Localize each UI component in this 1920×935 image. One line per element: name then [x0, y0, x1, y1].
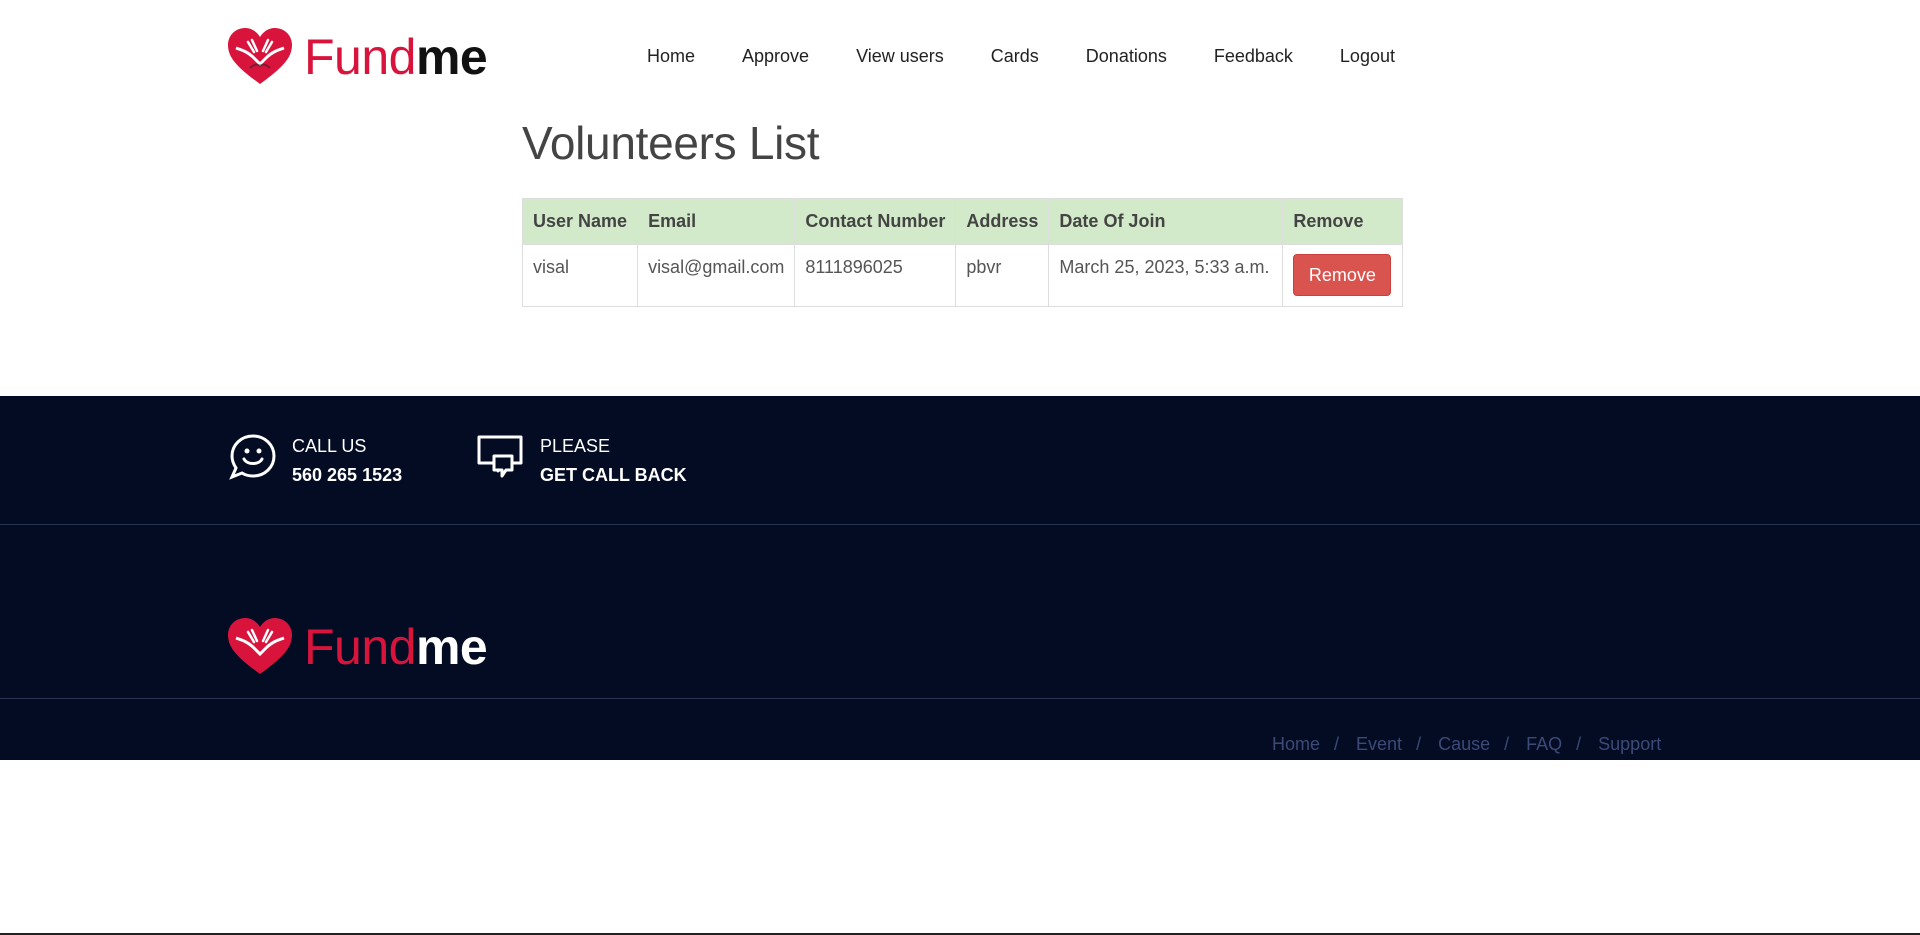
nav-logout[interactable]: Logout [1340, 46, 1395, 67]
volunteers-table: User Name Email Contact Number Address D… [521, 198, 1404, 307]
footer-link-separator: / [1416, 734, 1422, 754]
footer-brand-name-part2: me [415, 619, 488, 675]
cell-contact-number: 8111896025 [794, 244, 957, 307]
nav-donations[interactable]: Donations [1086, 46, 1167, 67]
nav-home[interactable]: Home [647, 46, 695, 67]
footer-divider-top [0, 524, 1920, 525]
call-us-text: CALL US 560 265 1523 [292, 432, 402, 490]
brand-name: Fundme [304, 29, 488, 85]
heart-hands-logo-icon [228, 28, 292, 84]
column-header-contact-number: Contact Number [794, 198, 957, 245]
footer-link-separator: / [1504, 734, 1510, 754]
nav-view-users[interactable]: View users [856, 46, 944, 67]
brand-name-part2: me [415, 29, 488, 85]
column-header-date-of-join: Date Of Join [1048, 198, 1284, 245]
brand-name-part1: Fund [304, 29, 416, 85]
cell-date-of-join: March 25, 2023, 5:33 a.m. [1048, 244, 1284, 307]
site-header: Fundme Home Approve View users Cards Don… [0, 0, 1920, 110]
call-back-block[interactable]: PLEASE GET CALL BACK [476, 432, 687, 490]
footer-link-separator: / [1334, 734, 1340, 754]
page-title: Volunteers List [522, 117, 820, 169]
footer-link-faq[interactable]: FAQ [1526, 734, 1562, 755]
remove-button[interactable]: Remove [1293, 254, 1392, 296]
nav-feedback[interactable]: Feedback [1214, 46, 1293, 67]
smiley-chat-icon [229, 434, 276, 480]
footer-link-event[interactable]: Event [1356, 734, 1402, 755]
column-header-email: Email [637, 198, 796, 245]
table-header-row: User Name Email Contact Number Address D… [521, 198, 1404, 245]
footer-brand-name-part1: Fund [304, 619, 416, 675]
nav-approve[interactable]: Approve [742, 46, 809, 67]
cell-address: pbvr [955, 244, 1050, 307]
cell-email: visal@gmail.com [637, 244, 796, 307]
footer-link-home[interactable]: Home [1272, 734, 1320, 755]
chat-bubbles-icon [477, 435, 523, 478]
brand-logo[interactable]: Fundme [228, 28, 488, 86]
table-row: visal visal@gmail.com 8111896025 pbvr Ma… [521, 244, 1404, 307]
footer-link-cause[interactable]: Cause [1438, 734, 1490, 755]
footer-links: Home / Event / Cause / FAQ / Support [1272, 734, 1661, 755]
main-nav: Home Approve View users Cards Donations … [647, 46, 1442, 67]
footer-link-support[interactable]: Support [1598, 734, 1661, 755]
cell-user-name: visal [521, 244, 639, 307]
nav-cards[interactable]: Cards [991, 46, 1039, 67]
footer-link-separator: / [1576, 734, 1582, 754]
call-us-label: CALL US [292, 436, 367, 456]
call-back-action: GET CALL BACK [540, 465, 687, 485]
call-back-label: PLEASE [540, 436, 611, 456]
call-us-number: 560 265 1523 [292, 465, 403, 485]
heart-hands-logo-icon [228, 618, 292, 674]
column-header-user-name: User Name [521, 198, 639, 245]
column-header-address: Address [955, 198, 1050, 245]
column-header-remove: Remove [1282, 198, 1404, 245]
footer-brand-name: Fundme [304, 619, 488, 675]
call-us-block[interactable]: CALL US 560 265 1523 [228, 432, 402, 490]
footer-divider-bottom [0, 698, 1920, 699]
site-footer: CALL US 560 265 1523 PLEASE GET CALL BAC… [0, 396, 1920, 760]
call-back-text: PLEASE GET CALL BACK [540, 432, 687, 490]
footer-brand-logo[interactable]: Fundme [228, 618, 488, 676]
cell-remove: Remove [1282, 244, 1404, 307]
